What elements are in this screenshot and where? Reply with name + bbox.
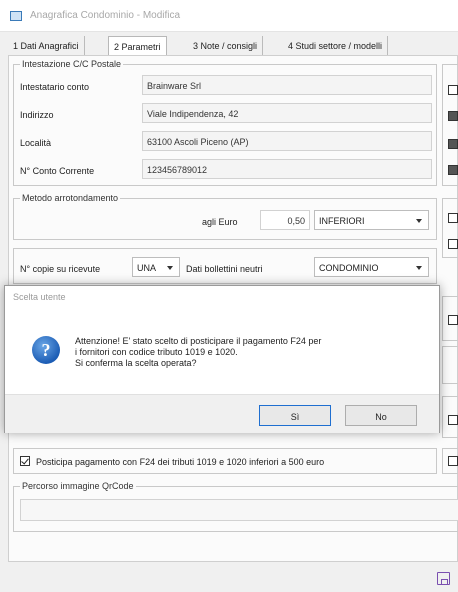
postal-account-legend: Intestazione C/C Postale — [20, 59, 124, 69]
qrcode-group: Percorso immagine QrCode — [13, 481, 458, 532]
dialog-title: Scelta utente — [13, 292, 66, 302]
account-number-label: N° Conto Corrente — [20, 166, 95, 176]
qrcode-path-field[interactable] — [20, 499, 458, 521]
option-checkbox-3[interactable] — [448, 139, 458, 149]
right-options-group — [442, 64, 458, 186]
tab-dati-anagrafici[interactable]: 1 Dati Anagrafici — [8, 36, 85, 56]
option-checkbox-8[interactable] — [448, 415, 458, 425]
option-checkbox-6[interactable] — [448, 239, 458, 249]
dialog-message: Attenzione! E' stato scelto di posticipa… — [75, 336, 321, 369]
copies-label: N° copie su ricevute — [20, 264, 101, 274]
rounding-mode-select[interactable]: INFERIORI — [314, 210, 429, 230]
euro-value-field[interactable]: 0,50 — [260, 210, 310, 230]
right-options-group-3 — [442, 296, 458, 341]
option-checkbox-2[interactable] — [448, 111, 458, 121]
right-options-group-2 — [442, 198, 458, 258]
option-checkbox-1[interactable] — [448, 85, 458, 95]
dialog-message-line-2: i fornitori con codice tributo 1019 e 10… — [75, 347, 238, 357]
title-bar: Anagrafica Condominio - Modifica — [0, 0, 458, 32]
right-options-group-6 — [442, 448, 458, 474]
chevron-down-icon — [416, 219, 422, 223]
option-checkbox-4[interactable] — [448, 165, 458, 175]
right-options-group-4 — [442, 346, 458, 384]
tab-strip: 1 Dati Anagrafici 2 Parametri 3 Note / c… — [8, 36, 458, 56]
chevron-down-icon — [167, 266, 173, 270]
tab-note-consigli[interactable]: 3 Note / consigli — [188, 36, 264, 56]
dialog-message-line-3: Si conferma la scelta operata? — [75, 358, 197, 368]
neutral-slips-select[interactable]: CONDOMINIO — [314, 257, 429, 277]
no-button[interactable]: No — [345, 405, 417, 426]
option-checkbox-9[interactable] — [448, 456, 458, 466]
tab-parametri[interactable]: 2 Parametri — [108, 36, 167, 56]
account-number-field[interactable]: 123456789012 — [142, 159, 432, 179]
qrcode-legend: Percorso immagine QrCode — [20, 481, 136, 491]
neutral-slips-label: Dati bollettini neutri — [186, 264, 263, 274]
rounding-legend: Metodo arrotondamento — [20, 193, 121, 203]
receipts-group: N° copie su ricevute UNA Dati bollettini… — [13, 248, 437, 284]
yes-button[interactable]: Sì — [259, 405, 331, 426]
dialog-message-line-1: Attenzione! E' stato scelto di posticipa… — [75, 336, 322, 346]
locality-label: Località — [20, 138, 52, 148]
option-checkbox-5[interactable] — [448, 213, 458, 223]
window-title: Anagrafica Condominio - Modifica — [30, 10, 181, 21]
copies-select[interactable]: UNA — [132, 257, 180, 277]
neutral-slips-value: CONDOMINIO — [319, 263, 379, 273]
postal-account-group: Intestazione C/C Postale Intestatario co… — [13, 59, 437, 186]
address-field[interactable]: Viale Indipendenza, 42 — [142, 103, 432, 123]
locality-field[interactable]: 63100 Ascoli Piceno (AP) — [142, 131, 432, 151]
question-icon: ? — [32, 336, 60, 364]
option-checkbox-7[interactable] — [448, 315, 458, 325]
chevron-down-icon — [416, 266, 422, 270]
rounding-group: Metodo arrotondamento agli Euro 0,50 INF… — [13, 193, 437, 240]
address-label: Indirizzo — [20, 110, 54, 120]
postpone-group: Posticipa pagamento con F24 dei tributi … — [13, 448, 437, 474]
holder-field[interactable]: Brainware Srl — [142, 75, 432, 95]
right-options-group-5 — [442, 396, 458, 438]
window-icon — [10, 11, 22, 21]
confirm-dialog: Scelta utente ? Attenzione! E' stato sce… — [4, 285, 440, 433]
euro-label: agli Euro — [202, 217, 238, 227]
postpone-label: Posticipa pagamento con F24 dei tributi … — [36, 457, 325, 467]
holder-label: Intestatario conto — [20, 82, 90, 92]
dialog-footer: Sì No — [5, 394, 439, 433]
copies-value: UNA — [137, 263, 157, 273]
tab-studi-settore[interactable]: 4 Studi settore / modelli — [283, 36, 389, 56]
postpone-checkbox[interactable] — [20, 456, 30, 466]
rounding-mode-value: INFERIORI — [319, 216, 365, 226]
save-icon[interactable] — [437, 572, 450, 585]
